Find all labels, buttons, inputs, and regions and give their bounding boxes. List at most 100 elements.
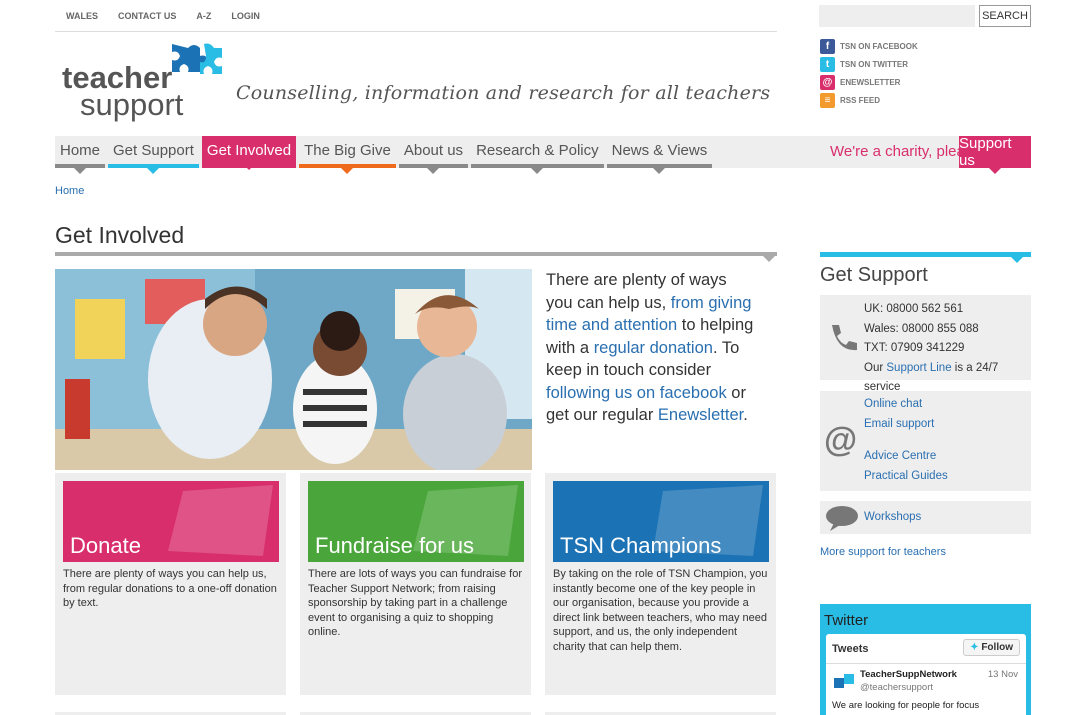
page-title: Get Involved [55, 222, 185, 248]
nav-news-views[interactable]: News & Views [606, 136, 713, 174]
card-description: There are plenty of ways you can help us… [63, 568, 277, 609]
follow-label: Follow [981, 642, 1013, 653]
support-line-link[interactable]: Support Line [886, 362, 951, 374]
phone-wales: Wales: 08000 855 088 [864, 322, 979, 335]
nav-label: News & Views [611, 141, 708, 159]
utility-link-login[interactable]: LOGIN [231, 11, 260, 21]
social-label: TSN ON TWITTER [840, 59, 908, 69]
card-title: Fundraise for us [315, 533, 474, 558]
twitter-title: Twitter [824, 612, 869, 629]
utility-links: WALES CONTACT US A-Z LOGIN [66, 11, 260, 21]
link-practical-guides[interactable]: Practical Guides [864, 467, 948, 487]
nav-arrow [147, 168, 160, 174]
phone-txt: TXT: 07909 341229 [864, 342, 965, 354]
social-link-newsletter[interactable]: @ ENEWSLETTER [820, 73, 1020, 91]
follow-button[interactable]: ✦ Follow [963, 639, 1020, 656]
nav-get-support[interactable]: Get Support [108, 136, 199, 174]
hero-photo [55, 269, 532, 470]
online-links: Online chat Email support Advice Centre … [864, 395, 948, 486]
facebook-icon: f [820, 38, 835, 54]
card-description: There are lots of ways you can fundraise… [308, 568, 522, 638]
social-label: RSS FEED [840, 95, 881, 105]
logo-wordmark: teacher support [62, 62, 184, 122]
social-link-rss[interactable]: ≡ RSS FEED [820, 91, 1020, 109]
phone-icon [832, 325, 857, 351]
avatar [834, 674, 854, 688]
card-description: By taking on the role of TSN Champion, y… [553, 568, 768, 653]
search-button[interactable]: SEARCH [979, 5, 1031, 27]
nav-label: Research & Policy [476, 141, 599, 159]
sidebar-title: Get Support [820, 264, 928, 286]
divider [826, 663, 1026, 664]
more-support-link[interactable]: More support for teachers [820, 546, 946, 558]
link-regular-donation[interactable]: regular donation [594, 339, 713, 357]
nav-arrow [243, 164, 256, 170]
nav-arrow [653, 168, 666, 174]
search-input[interactable] [819, 5, 975, 27]
intro-text: There are plenty of ways you can help us… [546, 269, 756, 427]
card-donate[interactable]: Donate There are plenty of ways you can … [55, 473, 286, 695]
link-email-support[interactable]: Email support [864, 415, 948, 435]
nav-label: Get Involved [206, 141, 292, 159]
nav-arrow [74, 168, 86, 174]
nav-research-policy[interactable]: Research & Policy [471, 136, 604, 174]
phone-box: UK: 08000 562 561 Wales: 08000 855 088 T… [820, 295, 1031, 393]
tweet-handle[interactable]: @teachersupport [860, 682, 933, 693]
logo-line-2: support [80, 87, 184, 122]
nav-home[interactable]: Home [55, 136, 106, 174]
twitter-timeline: Tweets ✦ Follow TeacherSuppNetwork @teac… [826, 634, 1026, 715]
card-tsn-champions[interactable]: TSN Champions By taking on the role of T… [545, 473, 776, 695]
phone-lines: UK: 08000 562 561 Wales: 08000 855 088 T… [864, 300, 1031, 398]
twitter-widget: Twitter Tweets ✦ Follow TeacherSuppNetwo… [820, 604, 1031, 715]
utility-link-contact[interactable]: CONTACT US [118, 11, 176, 21]
support-line-pre: Our [864, 361, 887, 374]
online-box: @ Online chat Email support Advice Centr… [820, 391, 1031, 491]
utility-link-wales[interactable]: WALES [66, 11, 98, 21]
social-link-facebook[interactable]: f TSN ON FACEBOOK [820, 37, 1020, 55]
breadcrumb[interactable]: Home [55, 185, 84, 197]
card-title: Donate [70, 533, 141, 558]
workshops-links: Workshops [864, 508, 921, 528]
sidebar-rule [820, 252, 1031, 263]
card-fundraise[interactable]: Fundraise for us There are lots of ways … [300, 473, 531, 695]
teacher-children-illustration [55, 269, 532, 470]
speech-bubble-icon [826, 506, 858, 531]
tagline: Counselling, information and research fo… [236, 82, 771, 104]
nav-big-give[interactable]: The Big Give [299, 136, 396, 174]
nav-label: About us [403, 141, 464, 159]
tweet-date[interactable]: 13 Nov [988, 669, 1018, 680]
social-label: TSN ON FACEBOOK [840, 41, 918, 51]
nav-about-us[interactable]: About us [398, 136, 469, 174]
at-icon: @ [824, 421, 858, 459]
nav-label: Get Support [113, 141, 194, 159]
nav-get-involved[interactable]: Get Involved [201, 136, 297, 170]
nav-arrow [427, 168, 440, 174]
card-tile: TSN Champions [553, 481, 769, 562]
tweet-text: We are looking for people for focus [832, 700, 980, 711]
social-link-twitter[interactable]: t TSN ON TWITTER [820, 55, 1020, 73]
card-tile: Donate [63, 481, 279, 562]
twitter-icon: t [820, 56, 835, 72]
twitter-bird-icon: ✦ [970, 642, 979, 653]
link-enewsletter[interactable]: Enewsletter [658, 406, 743, 424]
tweet-author[interactable]: TeacherSuppNetwork [860, 669, 957, 680]
link-workshops[interactable]: Workshops [864, 508, 921, 528]
utility-link-az[interactable]: A-Z [196, 11, 211, 21]
nav-arrow [531, 168, 544, 174]
support-us-button[interactable]: Support us [959, 135, 1031, 174]
social-links: f TSN ON FACEBOOK t TSN ON TWITTER @ ENE… [820, 37, 1020, 109]
card-tile: Fundraise for us [308, 481, 524, 562]
nav-label: The Big Give [304, 141, 391, 159]
link-facebook[interactable]: following us on facebook [546, 384, 727, 402]
nav-label: Home [60, 141, 101, 159]
intro-text-5: . [743, 406, 748, 424]
nav-arrow [341, 168, 354, 174]
workshops-box: Workshops [820, 501, 1031, 534]
tweets-label: Tweets [832, 643, 869, 655]
link-online-chat[interactable]: Online chat [864, 395, 948, 415]
support-us-label: Support us [959, 135, 1012, 169]
link-advice-centre[interactable]: Advice Centre [864, 447, 948, 467]
card-title: TSN Champions [560, 533, 722, 558]
phone-uk: UK: 08000 562 561 [864, 303, 964, 315]
